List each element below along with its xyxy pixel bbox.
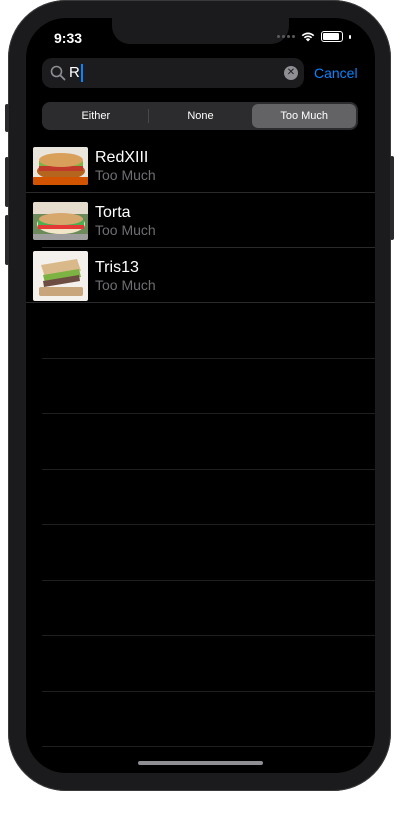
text-caret [80,64,83,82]
search-icon [50,65,66,81]
screen: 9:33 R ✕ Cancel Either None Too Much Red… [26,18,375,773]
search-field[interactable]: R ✕ [42,58,304,88]
wifi-icon [301,32,315,42]
home-indicator[interactable] [138,761,263,765]
scope-segmented-control: Either None Too Much [42,102,358,130]
volume-down-button [5,215,9,265]
cancel-button[interactable]: Cancel [314,65,358,81]
empty-row [26,692,375,748]
empty-row [26,359,375,415]
status-time: 9:33 [54,30,83,46]
empty-row [26,525,375,581]
cellular-signal-icon [277,35,295,38]
battery-tip [349,34,351,39]
empty-row [26,636,375,692]
empty-row [26,581,375,637]
item-subtitle: Too Much [95,276,156,293]
volume-up-button [5,157,9,207]
sandwich-photo [33,201,88,240]
notch [112,18,289,44]
list-item[interactable]: Torta Too Much [26,193,375,248]
search-input-value: R [69,64,80,81]
item-title: Tris13 [95,258,139,276]
item-subtitle: Too Much [95,166,156,183]
sandwich-photo [33,146,88,185]
empty-row [26,303,375,359]
list-item[interactable]: RedXIII Too Much [26,138,375,193]
sandwich-photo [33,250,88,301]
mute-switch [5,104,9,132]
item-title: RedXIII [95,148,149,166]
search-input[interactable]: R [69,63,83,83]
list-item[interactable]: Tris13 Too Much [26,248,375,303]
empty-row [26,470,375,526]
empty-row [26,414,375,470]
status-icons [277,31,351,42]
segment-none[interactable]: None [149,104,253,128]
item-title: Torta [95,203,131,221]
item-subtitle: Too Much [95,221,156,238]
battery-icon [321,31,343,42]
segment-too-much[interactable]: Too Much [252,104,357,128]
results-list: RedXIII Too Much Torta Too Much Tris13 T… [26,138,375,747]
power-button [390,156,394,240]
search-bar: R ✕ Cancel [42,58,362,88]
clear-text-icon[interactable]: ✕ [284,66,298,80]
segment-either[interactable]: Either [44,104,148,128]
